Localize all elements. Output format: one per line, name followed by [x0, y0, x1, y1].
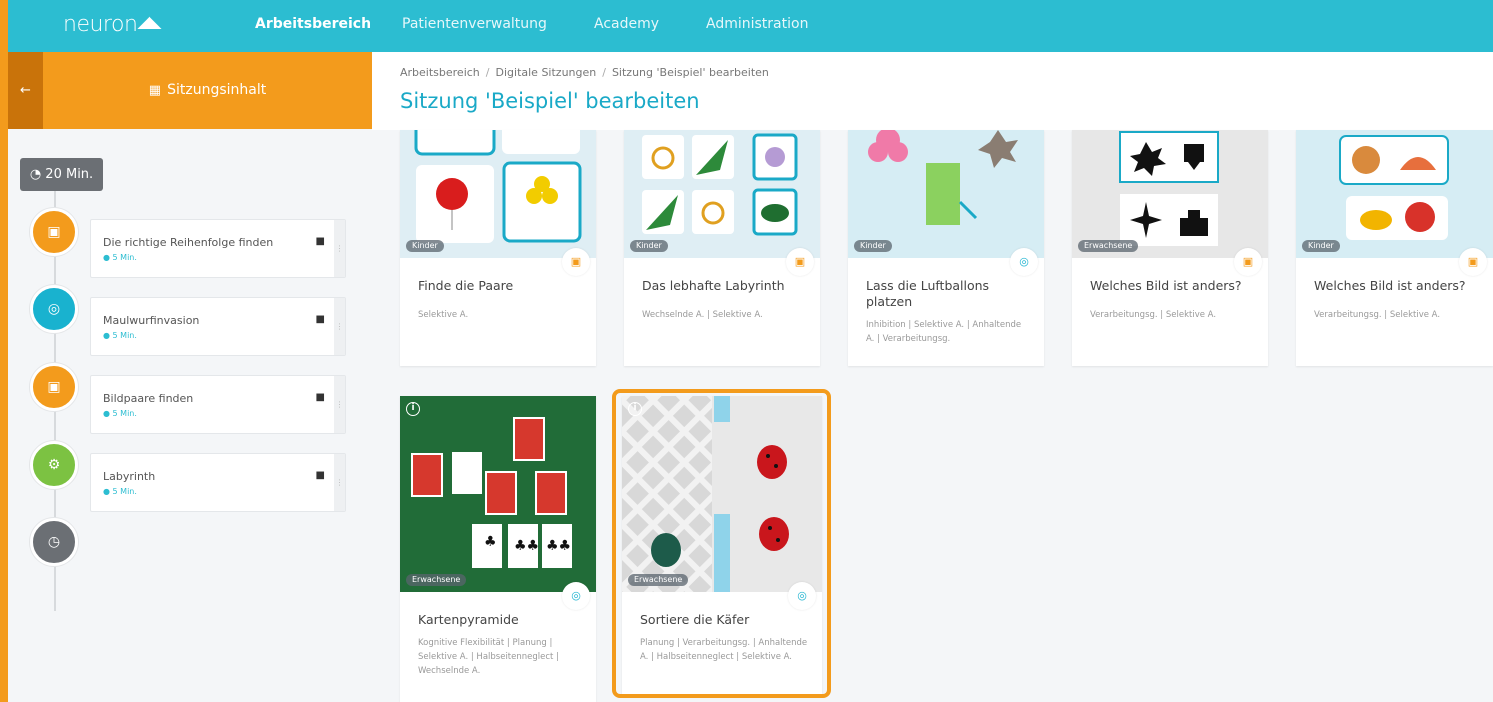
timeline-item-name: Die richtige Reihenfolge finden: [103, 236, 274, 249]
logo[interactable]: neuron◢◣: [63, 12, 161, 37]
info-icon[interactable]: i: [406, 402, 420, 416]
sidebar-title: ▦ Sitzungsinhalt: [43, 52, 372, 129]
drag-handle[interactable]: ⋮: [334, 220, 345, 277]
gears-icon: ⚙: [30, 441, 78, 489]
breadcrumb-current: Sitzung 'Beispiel' bearbeiten: [611, 66, 769, 79]
timeline-item[interactable]: Maulwurfinvasion ● 5 Min. ■ ⋮: [90, 297, 346, 356]
drag-handle[interactable]: ⋮: [334, 376, 345, 433]
trash-icon[interactable]: ■: [316, 236, 325, 247]
drag-handle[interactable]: ⋮: [334, 454, 345, 511]
audience-badge: Erwachsene: [1078, 240, 1139, 252]
card-categories: Kognitive Flexibilität | Planung | Selek…: [418, 638, 559, 676]
exercise-card[interactable]: Kinder ▣ Finde die Paare Selektive A.: [400, 130, 596, 366]
gamepad-icon: ◎: [1010, 248, 1038, 276]
card-title: Welches Bild ist anders?: [1090, 278, 1242, 293]
card-title: Das lebhafte Labyrinth: [642, 278, 785, 293]
card-illustration: [642, 133, 798, 236]
card-illustration: [868, 130, 1018, 225]
trash-icon[interactable]: ■: [316, 470, 325, 481]
card-title: Welches Bild ist anders?: [1314, 278, 1466, 293]
timeline-item[interactable]: Labyrinth ● 5 Min. ■ ⋮: [90, 453, 346, 512]
timeline-item[interactable]: Die richtige Reihenfolge finden ● 5 Min.…: [90, 219, 346, 278]
nav-patientenverwaltung[interactable]: Patientenverwaltung: [402, 16, 547, 32]
exercise-card[interactable]: Kinder ▣ Das lebhafte Labyrinth Wechseln…: [624, 130, 820, 366]
collapse-sidebar-button[interactable]: ←: [8, 52, 43, 129]
audience-badge: Kinder: [406, 240, 444, 252]
card-title: Finde die Paare: [418, 278, 514, 293]
calendar-icon: ▣: [30, 363, 78, 411]
card-categories: Verarbeitungsg. | Selektive A.: [1090, 310, 1217, 320]
timeline-item-duration: ● 5 Min.: [103, 487, 137, 496]
selection-highlight: [612, 389, 831, 698]
card-title: Lass die Luftballons platzen: [866, 278, 990, 309]
calendar-icon: ▣: [786, 248, 814, 276]
arrow-left-icon: ←: [20, 83, 31, 98]
exercise-card[interactable]: Kinder ◎ Lass die Luftballons platzen In…: [848, 130, 1044, 366]
nav-arbeitsbereich[interactable]: Arbeitsbereich: [255, 16, 371, 32]
logo-mark-icon: ◢◣: [137, 12, 161, 31]
card-categories: Verarbeitungsg. | Selektive A.: [1314, 310, 1441, 320]
svg-text:♣: ♣: [484, 534, 497, 550]
card-illustration: [1339, 135, 1449, 240]
exercise-card[interactable]: Erwachsene ▣ Welches Bild ist anders? Ve…: [1072, 130, 1268, 366]
card-illustration: ♣ ♣♣ ♣♣: [411, 417, 572, 568]
svg-text:♣♣: ♣♣: [546, 538, 571, 554]
sidebar-header: ← ▦ Sitzungsinhalt: [8, 52, 372, 129]
card-image: [624, 130, 820, 258]
timeline-item-name: Bildpaare finden: [103, 392, 194, 405]
top-navigation: neuron◢◣ Arbeitsbereich Patientenverwalt…: [8, 0, 1493, 52]
nav-academy[interactable]: Academy: [594, 16, 659, 32]
audience-badge: Kinder: [854, 240, 892, 252]
clock-icon: ◷: [30, 518, 78, 566]
trash-icon[interactable]: ■: [316, 392, 325, 403]
card-image: ♣ ♣♣ ♣♣: [400, 396, 596, 592]
card-image: [400, 130, 596, 258]
page-title: Sitzung 'Beispiel' bearbeiten: [400, 89, 700, 113]
svg-text:♣♣: ♣♣: [514, 538, 539, 554]
card-categories: Wechselnde A. | Selektive A.: [642, 310, 763, 320]
total-time-badge: ◔ 20 Min.: [20, 158, 103, 191]
drag-handle[interactable]: ⋮: [334, 298, 345, 355]
main-header: Arbeitsbereich / Digitale Sitzungen / Sitzun…: [372, 52, 1493, 130]
calendar-icon: ▣: [1459, 248, 1487, 276]
timeline-item-duration: ● 5 Min.: [103, 331, 137, 340]
card-illustration: [414, 130, 582, 243]
timeline-item-duration: ● 5 Min.: [103, 253, 137, 262]
left-accent-stripe: [0, 0, 8, 702]
gamepad-icon: ◎: [562, 582, 590, 610]
gamepad-icon: ◎: [30, 285, 78, 333]
exercise-card[interactable]: Kinder ▣ Welches Bild ist anders? Verarb…: [1296, 130, 1493, 366]
table-icon: ▦: [148, 83, 162, 98]
breadcrumb-digitale-sitzungen[interactable]: Digitale Sitzungen: [496, 66, 597, 79]
card-categories: Selektive A.: [418, 310, 469, 320]
card-image: [1072, 130, 1268, 258]
card-illustration: [1119, 131, 1219, 246]
breadcrumb-arbeitsbereich[interactable]: Arbeitsbereich: [400, 66, 480, 79]
calendar-icon: ▣: [30, 208, 78, 256]
timeline-item-duration: ● 5 Min.: [103, 409, 137, 418]
calendar-icon: ▣: [562, 248, 590, 276]
trash-icon[interactable]: ■: [316, 314, 325, 325]
audience-badge: Kinder: [1302, 240, 1340, 252]
card-title: Kartenpyramide: [418, 612, 519, 627]
nav-administration[interactable]: Administration: [706, 16, 808, 32]
card-image: [848, 130, 1044, 258]
audience-badge: Erwachsene: [406, 574, 467, 586]
breadcrumb: Arbeitsbereich / Digitale Sitzungen / Sitzun…: [400, 66, 769, 79]
exercise-card[interactable]: ♣ ♣♣ ♣♣ i Erwachsene ◎ Kartenpyramide Ko…: [400, 396, 596, 702]
timeline-item-name: Maulwurfinvasion: [103, 314, 200, 327]
card-image: [1296, 130, 1493, 258]
session-sidebar: ← ▦ Sitzungsinhalt ◔ 20 Min. ▣ Die richti…: [8, 52, 372, 702]
calendar-icon: ▣: [1234, 248, 1262, 276]
timeline-item-name: Labyrinth: [103, 470, 156, 483]
timeline-item[interactable]: Bildpaare finden ● 5 Min. ■ ⋮: [90, 375, 346, 434]
card-categories: Inhibition | Selektive A. | Anhaltende A…: [866, 320, 1022, 344]
audience-badge: Kinder: [630, 240, 668, 252]
session-timeline: ◔ 20 Min. ▣ Die richtige Reihenfolge fin…: [8, 129, 372, 702]
